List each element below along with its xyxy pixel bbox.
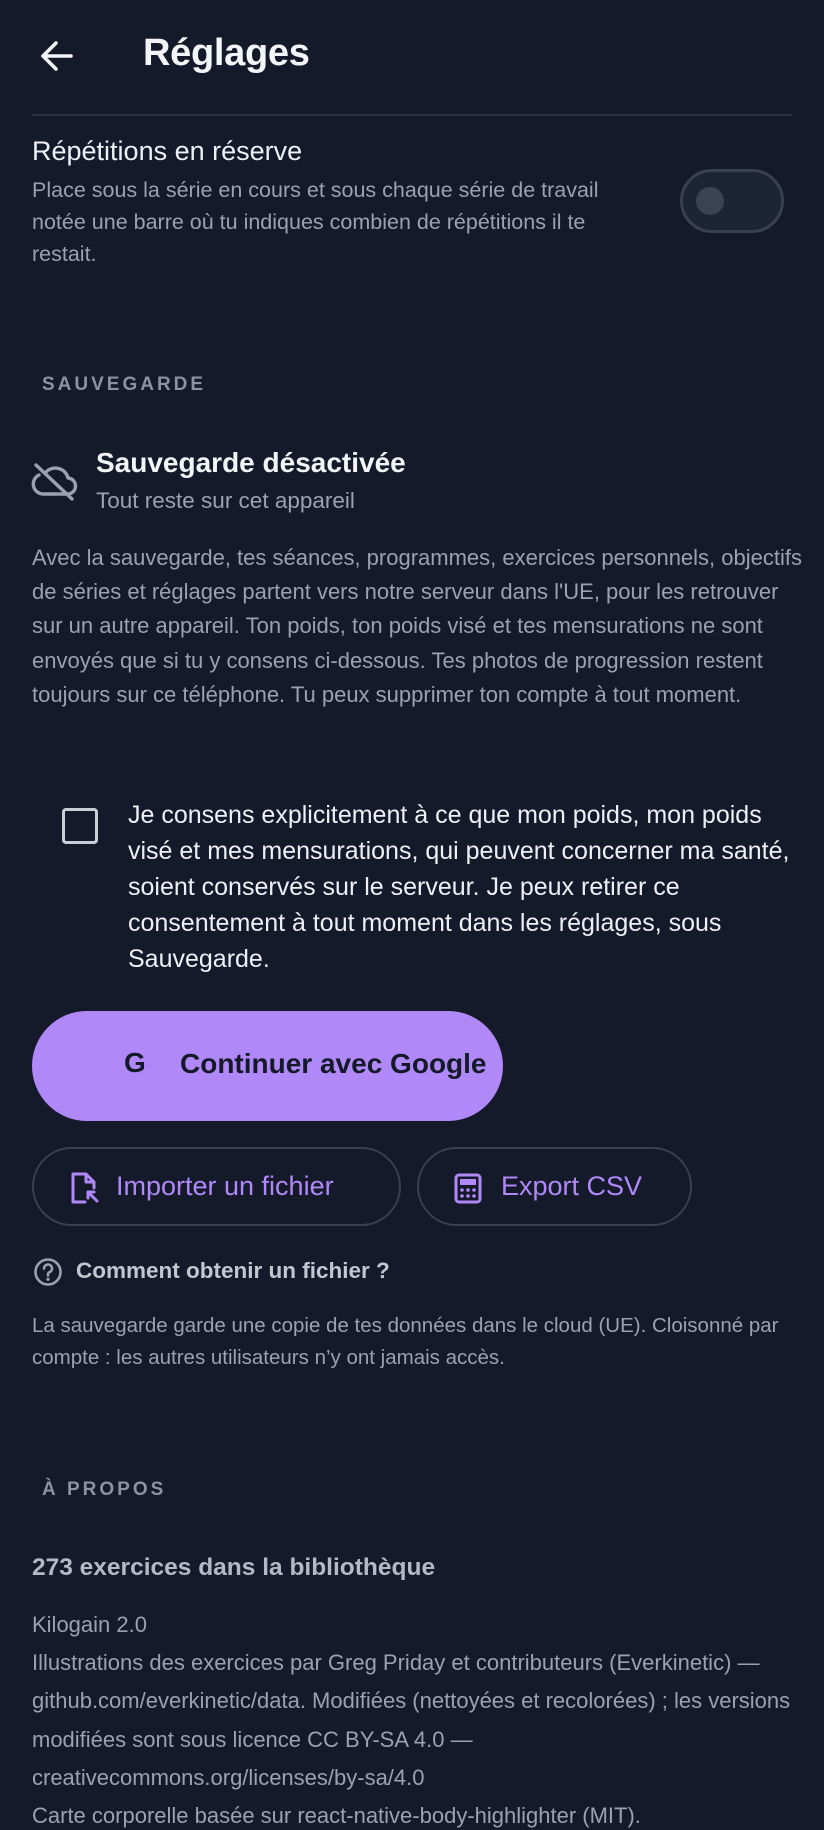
export-csv-label: Export CSV (501, 1171, 643, 1201)
google-icon: G (124, 1047, 146, 1078)
app-version: Kilogain 2.0 (32, 1612, 147, 1637)
about-text: Kilogain 2.0 Illustrations des exercices… (32, 1606, 802, 1830)
spreadsheet-icon (454, 1173, 482, 1204)
cloud-off-icon (31, 463, 78, 501)
library-count: 273 exercices dans la bibliothèque (32, 1554, 436, 1581)
import-file-label: Importer un fichier (116, 1171, 334, 1201)
toggle-knob (696, 187, 724, 215)
import-file-button[interactable]: Importer un fichier (32, 1147, 401, 1226)
question-circle-icon (34, 1258, 62, 1286)
how-to-get-file-link[interactable]: Comment obtenir un fichier ? (76, 1258, 390, 1284)
backup-status-subtitle: Tout reste sur cet appareil (96, 488, 355, 513)
reserve-reps-title: Répétitions en réserve (32, 136, 303, 166)
google-button-label: Continuer avec Google (180, 1048, 487, 1079)
health-consent-label[interactable]: Je consens explicitement à ce que mon po… (128, 797, 808, 977)
cloud-note: La sauvegarde garde une copie de tes don… (32, 1314, 779, 1369)
file-import-icon (71, 1172, 99, 1204)
app-header: Réglages (0, 0, 824, 116)
reserve-reps-toggle[interactable] (680, 169, 784, 233)
section-header-about: À PROPOS (42, 1479, 167, 1500)
illustration-credits: Illustrations des exercices par Greg Pri… (32, 1650, 791, 1790)
settings-page: Réglages Répétitions en réserve Place so… (0, 0, 824, 1830)
continue-with-google-button[interactable]: G Continuer avec Google (32, 1011, 503, 1121)
section-header-backup: SAUVEGARDE (42, 374, 207, 395)
page-title: Réglages (143, 32, 310, 74)
header-divider (32, 114, 792, 116)
backup-status-title: Sauvegarde désactivée (96, 447, 406, 478)
export-csv-button[interactable]: Export CSV (417, 1147, 692, 1226)
reserve-reps-description: Place sous la série en cours et sous cha… (32, 178, 599, 266)
arrow-left-icon (41, 41, 73, 71)
health-consent-checkbox[interactable] (62, 808, 98, 844)
backup-description: Avec la sauvegarde, tes séances, program… (32, 545, 802, 707)
back-button[interactable] (34, 34, 78, 78)
body-map-credit: Carte corporelle basée sur react-native-… (32, 1803, 641, 1829)
